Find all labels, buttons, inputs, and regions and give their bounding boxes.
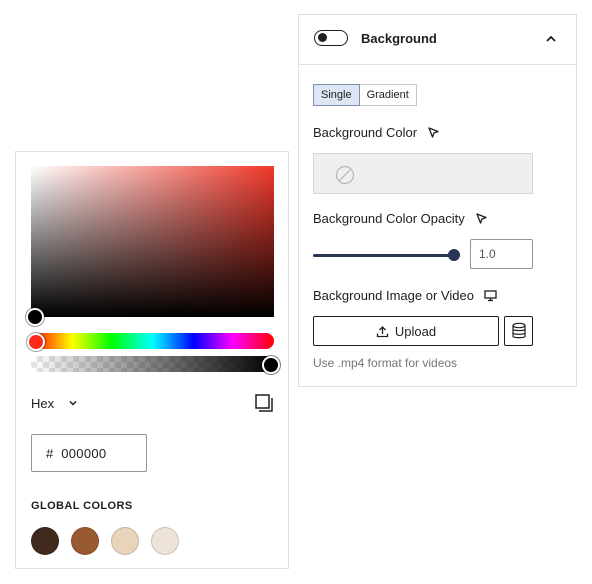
chevron-down-icon[interactable]: [68, 398, 78, 408]
hue-handle[interactable]: [27, 333, 45, 351]
database-icon: [511, 322, 526, 339]
hue-slider[interactable]: [31, 333, 274, 349]
background-opacity-label-text: Background Color Opacity: [313, 211, 465, 226]
hex-prefix: #: [46, 445, 54, 461]
alpha-handle[interactable]: [262, 356, 280, 374]
upload-button-label: Upload: [394, 323, 437, 339]
background-opacity-label: Background Color Opacity: [313, 211, 488, 226]
upload-help-text: Use .mp4 format for videos: [313, 356, 458, 370]
color-picker-popover: Hex # 000000 GLOBAL COLORS: [15, 151, 289, 569]
tab-single[interactable]: Single: [313, 84, 360, 106]
opacity-slider-track[interactable]: [313, 254, 460, 257]
opacity-input[interactable]: 1.0: [470, 239, 533, 269]
saturation-handle[interactable]: [26, 308, 44, 326]
upload-icon: [376, 325, 389, 337]
cursor-arrow-icon: [428, 127, 439, 138]
panel-title: Background: [361, 31, 437, 46]
hex-value[interactable]: 000000: [61, 446, 106, 461]
background-panel: Background Single Gradient Background Co…: [298, 14, 577, 387]
background-image-label: Background Image or Video: [313, 288, 497, 303]
global-color-swatch[interactable]: [71, 527, 99, 555]
saturation-area[interactable]: [31, 166, 274, 317]
cursor-arrow-icon: [476, 213, 487, 224]
background-type-tabs: Single Gradient: [313, 84, 417, 106]
panel-header[interactable]: Background: [299, 15, 576, 65]
background-image-label-text: Background Image or Video: [313, 288, 474, 303]
global-color-swatch[interactable]: [31, 527, 59, 555]
copy-icon[interactable]: [254, 393, 274, 413]
background-color-well[interactable]: [313, 153, 533, 194]
background-toggle[interactable]: [314, 30, 348, 46]
global-color-swatch[interactable]: [151, 527, 179, 555]
no-color-icon: [335, 165, 355, 185]
tab-gradient[interactable]: Gradient: [359, 84, 417, 106]
background-color-label-text: Background Color: [313, 125, 418, 140]
color-format-row: Hex: [31, 392, 274, 414]
hex-input[interactable]: # 000000: [31, 434, 147, 472]
background-color-label: Background Color: [313, 125, 440, 140]
opacity-slider-thumb[interactable]: [448, 249, 460, 261]
alpha-slider[interactable]: [31, 356, 274, 372]
chevron-up-icon[interactable]: [544, 32, 558, 46]
toggle-knob: [318, 33, 327, 42]
desktop-icon: [484, 290, 497, 302]
color-format-select[interactable]: Hex: [31, 396, 54, 411]
upload-button[interactable]: Upload: [313, 316, 499, 346]
global-colors-list: [31, 527, 179, 555]
global-color-swatch[interactable]: [111, 527, 139, 555]
media-library-button[interactable]: [504, 316, 533, 346]
global-colors-title: GLOBAL COLORS: [31, 500, 133, 512]
